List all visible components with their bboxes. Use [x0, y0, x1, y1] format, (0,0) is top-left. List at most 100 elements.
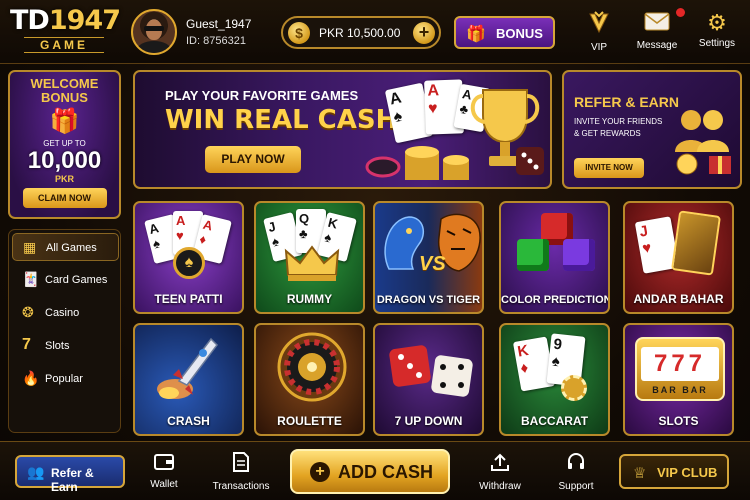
coins-chips-icon [365, 146, 469, 180]
message-label: Message [636, 40, 678, 51]
refer-earn-banner[interactable]: REFER & EARN INVITE YOUR FRIENDS & GET R… [562, 70, 742, 189]
vip-label: VIP [590, 42, 608, 53]
refer-earn-label: Refer & Earn [51, 466, 94, 494]
withdraw-label: Withdraw [479, 481, 521, 492]
game-tile-andar-bahar[interactable]: J ♥ ANDAR BAHAR [623, 201, 734, 314]
invite-now-button[interactable]: INVITE NOW [574, 158, 644, 178]
logo[interactable]: TD1947 GAME [10, 5, 121, 53]
add-cash-label: ADD CASH [338, 462, 434, 482]
vip-button[interactable]: VIP [580, 10, 618, 53]
transactions-button[interactable]: Transactions [210, 452, 272, 492]
wallet-button[interactable]: Wallet [134, 452, 194, 490]
7-up-down-art [375, 325, 482, 405]
logo-text: TD [10, 5, 50, 36]
balance-display: $ PKR 10,500.00 + [281, 16, 441, 49]
welcome-bonus-card[interactable]: WELCOME BONUS 🎁 GET UP TO 10,000 PKR CLA… [8, 70, 121, 219]
game-name: COLOR PREDICTION [501, 294, 610, 306]
withdraw-button[interactable]: Withdraw [470, 452, 530, 492]
nav-item-slots[interactable]: 7 Slots [12, 332, 119, 360]
game-name: CRASH [167, 414, 210, 428]
game-tile-color-prediction[interactable]: COLOR PREDICTION [499, 201, 610, 314]
nav-label: Casino [45, 307, 80, 319]
bonus-currency: PKR [54, 174, 74, 184]
gift-icon: 🎁 [466, 26, 486, 43]
refer-subtitle: INVITE YOUR FRIENDS & GET REWARDS [574, 117, 663, 138]
hero-headline: WIN REAL CASH [165, 105, 398, 135]
add-balance-button[interactable]: + [413, 22, 435, 44]
refer-title: REFER & EARN [574, 94, 680, 110]
welcome-title: WELCOME BONUS [30, 76, 99, 105]
game-name: TEEN PATTI [154, 292, 223, 306]
flame-icon: 🔥 [22, 370, 40, 386]
rummy-art: J ♠ Q ♣ K ♠ [256, 203, 363, 283]
game-tile-7-up-down[interactable]: 7 UP DOWN [373, 323, 484, 436]
logo-number: 1947 [48, 5, 121, 36]
headset-icon [546, 452, 606, 477]
game-name: ANDAR BAHAR [633, 292, 724, 306]
users-icon: 👥 [27, 464, 45, 480]
wallet-icon [134, 452, 194, 475]
crown-icon: ♕ [633, 465, 647, 482]
gear-icon: ⚙ [707, 10, 727, 35]
game-tile-slots[interactable]: 777 BAR BAR SLOTS [623, 323, 734, 436]
support-button[interactable]: Support [546, 452, 606, 492]
add-cash-button[interactable]: + ADD CASH [290, 449, 450, 494]
plus-icon: + [310, 462, 330, 482]
nav-label: Card Games [45, 274, 108, 286]
nav-label: Popular [45, 373, 83, 385]
hero-banner[interactable]: PLAY YOUR FAVORITE GAMES WIN REAL CASH P… [133, 70, 552, 189]
chip-icon: ❂ [22, 304, 34, 320]
refer-earn-button[interactable]: 👥 Refer & Earn [15, 455, 125, 494]
bonus-button[interactable]: 🎁 BONUS [454, 16, 555, 49]
game-tile-teen-patti[interactable]: A ♠ A ♥ A ♦ ♠ TEEN PATTI [133, 201, 244, 314]
seven-icon: 7 [22, 336, 31, 353]
roulette-art [256, 325, 363, 405]
user-id: ID: 8756321 [186, 35, 246, 47]
crash-art [135, 325, 242, 405]
game-tile-crash[interactable]: CRASH [133, 323, 244, 436]
color-prediction-art [501, 203, 608, 283]
settings-button[interactable]: ⚙ Settings [694, 10, 740, 49]
dragon-vs-tiger-art: VS [375, 203, 482, 283]
andar-bahar-art: J ♥ [625, 203, 732, 283]
game-tile-baccarat[interactable]: K ♦ 9 ♠ BACCARAT [499, 323, 610, 436]
friends-icon [675, 110, 731, 175]
game-name: SLOTS [658, 414, 699, 428]
nav-label: Slots [45, 340, 70, 352]
logo-subtitle: GAME [24, 37, 104, 53]
balance-amount: PKR 10,500.00 [319, 26, 401, 40]
game-name: BACCARAT [520, 414, 589, 428]
gift-coins-icon: 🎁 [49, 108, 80, 135]
coin-icon: $ [288, 22, 310, 44]
game-name: DRAGON VS TIGER [376, 294, 481, 306]
play-now-button[interactable]: PLAY NOW [205, 146, 301, 173]
claim-now-button[interactable]: CLAIM NOW [22, 188, 107, 208]
nav-item-casino[interactable]: ❂ Casino [12, 299, 119, 327]
dice-icon [516, 147, 544, 175]
game-name: RUMMY [286, 292, 333, 306]
username: Guest_1947 [186, 17, 252, 31]
game-tile-rummy[interactable]: J ♠ Q ♣ K ♠ RUMMY [254, 201, 365, 314]
nav-item-popular[interactable]: 🔥 Popular [12, 365, 119, 393]
nav-item-card-games[interactable]: 🃏 Card Games [12, 266, 119, 294]
bottom-bar: 👥 Refer & Earn Wallet Transactions + ADD… [0, 441, 750, 500]
envelope-icon [632, 8, 685, 38]
category-nav: ▦ All Games 🃏 Card Games ❂ Casino 7 Slot… [8, 229, 121, 433]
vip-crown-icon [580, 10, 618, 40]
avatar[interactable] [131, 9, 177, 55]
hero-tagline: PLAY YOUR FAVORITE GAMES [165, 88, 359, 103]
game-name: 7 UP DOWN [394, 414, 463, 428]
game-tile-dragon-vs-tiger[interactable]: VS DRAGON VS TIGER [373, 201, 484, 314]
vip-club-button[interactable]: ♕ VIP CLUB [619, 454, 729, 489]
grid-icon: ▦ [23, 239, 37, 255]
settings-label: Settings [698, 38, 736, 49]
slots-art: 777 BAR BAR [625, 325, 732, 405]
game-name: ROULETTE [277, 414, 342, 428]
game-tile-roulette[interactable]: ROULETTE [254, 323, 365, 436]
message-button[interactable]: Message [632, 8, 685, 51]
bonus-amount: 10,000 [27, 147, 102, 174]
wallet-label: Wallet [150, 479, 178, 490]
bonus-label: BONUS [496, 26, 543, 41]
cards-icon: 🃏 [22, 271, 40, 287]
nav-item-all-games[interactable]: ▦ All Games [12, 233, 119, 261]
